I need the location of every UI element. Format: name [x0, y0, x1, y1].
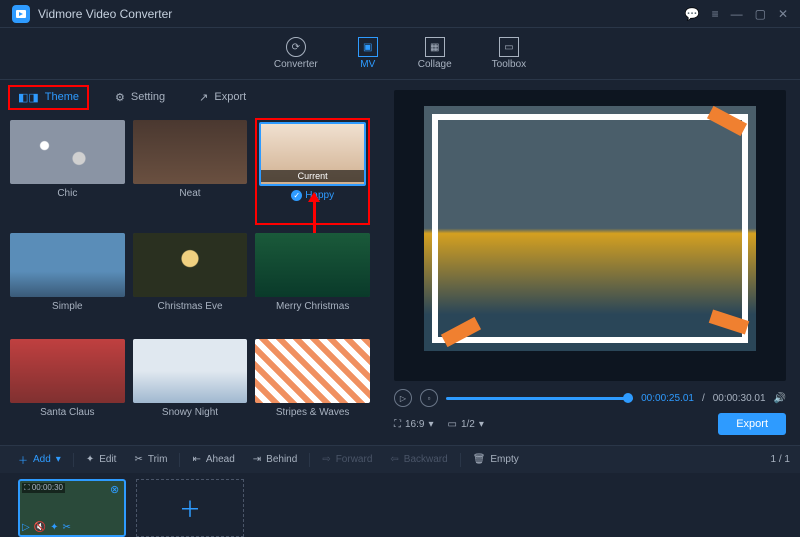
clip-duration: ⛶ 00:00:30 — [22, 483, 65, 493]
subtabs: ◧◨ Theme ⚙ Setting ↗ Export — [0, 80, 380, 114]
seek-slider[interactable] — [446, 397, 633, 400]
play-icon[interactable]: ▷ — [22, 522, 30, 533]
left-panel: ◧◨ Theme ⚙ Setting ↗ Export Chic Neat Cu… — [0, 80, 380, 445]
toolbar: ＋Add▾ ✦Edit ✂Trim ⇤Ahead ⇥Behind ⇨Forwar… — [0, 445, 800, 473]
chevron-down-icon: ▾ — [428, 419, 433, 430]
forward-icon: ⇨ — [322, 454, 330, 465]
trash-icon: 🗑 — [473, 454, 486, 465]
timeline: ⛶ 00:00:30 ⊗ ▷ 🔇 ✦ ✂ ＋ — [0, 473, 800, 535]
behind-icon: ⇥ — [253, 454, 261, 465]
trim-button[interactable]: ✂Trim — [126, 451, 175, 468]
toolbox-icon: ▭ — [499, 37, 519, 57]
titlebar: Vidmore Video Converter 💬 ≡ — ▢ ✕ — [0, 0, 800, 28]
add-clip-button[interactable]: ＋ — [136, 479, 244, 537]
theme-christmas-eve[interactable]: Christmas Eve — [133, 233, 248, 332]
backward-button[interactable]: ⇦Backward — [382, 451, 455, 468]
theme-chic[interactable]: Chic — [10, 120, 125, 225]
app-logo-icon — [12, 5, 30, 23]
screen-icon: ▭ — [448, 419, 457, 430]
main-tabs: ⟳ Converter ▣ MV ▦ Collage ▭ Toolbox — [0, 28, 800, 80]
timeline-clip[interactable]: ⛶ 00:00:30 ⊗ ▷ 🔇 ✦ ✂ — [18, 479, 126, 537]
expand-icon: ⛶ — [394, 419, 401, 430]
subtab-theme[interactable]: ◧◨ Theme — [8, 85, 89, 110]
converter-icon: ⟳ — [286, 37, 306, 57]
theme-simple[interactable]: Simple — [10, 233, 125, 332]
right-panel: ▷ ▫ 00:00:25.01/00:00:30.01 🔊 ⛶16:9▾ ▭1/… — [380, 80, 800, 445]
mute-icon[interactable]: 🔇 — [34, 522, 46, 533]
subtab-setting[interactable]: ⚙ Setting — [107, 87, 173, 108]
cut-icon[interactable]: ✂ — [63, 522, 71, 533]
chevron-down-icon: ▾ — [56, 454, 61, 465]
export-icon: ↗ — [199, 91, 208, 104]
theme-happy[interactable]: Current ✓Happy — [255, 118, 370, 225]
clip-remove-icon[interactable]: ⊗ — [110, 483, 122, 495]
play-button[interactable]: ▷ — [394, 389, 412, 407]
ahead-icon: ⇤ — [192, 454, 200, 465]
feedback-icon[interactable]: 💬 — [685, 7, 700, 21]
backward-icon: ⇦ — [390, 454, 398, 465]
add-button[interactable]: ＋Add▾ — [10, 449, 69, 470]
theme-santa-claus[interactable]: Santa Claus — [10, 339, 125, 438]
tab-converter[interactable]: ⟳ Converter — [274, 37, 318, 70]
wand-icon: ✦ — [86, 454, 94, 465]
collage-icon: ▦ — [425, 37, 445, 57]
scissors-icon: ✂ — [134, 454, 142, 465]
check-icon: ✓ — [291, 190, 302, 201]
mv-icon: ▣ — [358, 37, 378, 57]
aspect-select[interactable]: ⛶16:9▾ — [394, 419, 434, 430]
time-current: 00:00:25.01 — [641, 393, 694, 404]
gear-icon: ⚙ — [115, 91, 125, 104]
volume-icon[interactable]: 🔊 — [774, 393, 786, 404]
theme-stripes-waves[interactable]: Stripes & Waves — [255, 339, 370, 438]
preview-frame — [432, 114, 748, 343]
stop-button[interactable]: ▫ — [420, 389, 438, 407]
tab-toolbox[interactable]: ▭ Toolbox — [492, 37, 526, 70]
behind-button[interactable]: ⇥Behind — [245, 451, 306, 468]
edit-button[interactable]: ✦Edit — [78, 451, 125, 468]
theme-icon: ◧◨ — [18, 91, 39, 104]
ahead-button[interactable]: ⇤Ahead — [184, 451, 242, 468]
annotation-arrow — [313, 194, 316, 238]
export-button[interactable]: Export — [718, 413, 786, 435]
menu-icon[interactable]: ≡ — [712, 7, 719, 21]
theme-neat[interactable]: Neat — [133, 120, 248, 225]
star-icon[interactable]: ✦ — [50, 522, 58, 533]
empty-button[interactable]: 🗑Empty — [465, 451, 527, 468]
page-indicator: 1 / 1 — [771, 454, 790, 465]
theme-snowy-night[interactable]: Snowy Night — [133, 339, 248, 438]
minimize-icon[interactable]: — — [731, 7, 743, 21]
themes-grid: Chic Neat Current ✓Happy Simple Christma… — [0, 114, 380, 444]
fraction-select[interactable]: ▭1/2▾ — [448, 419, 484, 430]
preview-area — [394, 90, 786, 381]
forward-button[interactable]: ⇨Forward — [314, 451, 380, 468]
close-icon[interactable]: ✕ — [778, 7, 788, 21]
app-title: Vidmore Video Converter — [38, 7, 685, 21]
chevron-down-icon: ▾ — [479, 419, 484, 430]
subtab-export[interactable]: ↗ Export — [191, 87, 254, 108]
theme-merry-christmas[interactable]: Merry Christmas — [255, 233, 370, 332]
tab-collage[interactable]: ▦ Collage — [418, 37, 452, 70]
time-total: 00:00:30.01 — [713, 393, 766, 404]
maximize-icon[interactable]: ▢ — [755, 7, 766, 21]
plus-icon: ＋ — [18, 452, 28, 467]
tab-mv[interactable]: ▣ MV — [358, 37, 378, 70]
player-controls: ▷ ▫ 00:00:25.01/00:00:30.01 🔊 — [394, 389, 786, 407]
